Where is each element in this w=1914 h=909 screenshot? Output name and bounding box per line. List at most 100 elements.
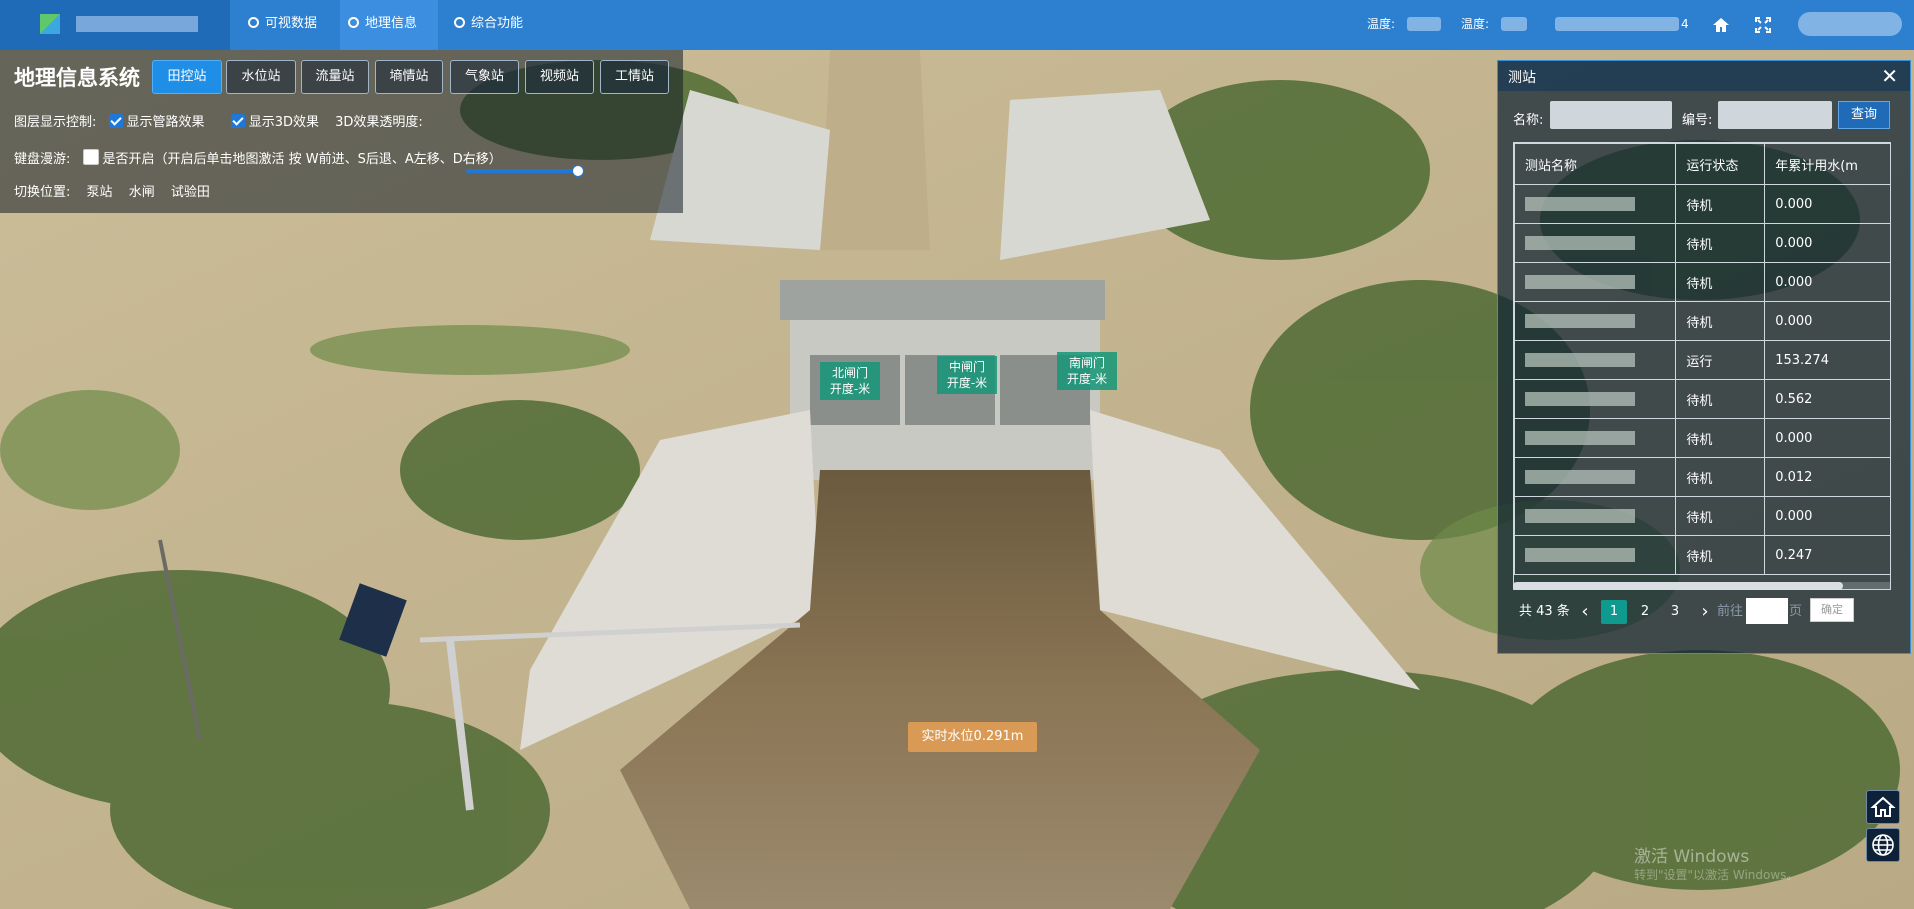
panel-header: 测站 ✕ — [1498, 61, 1910, 91]
keyboard-roam-toggle[interactable]: 是否开启（开启后单击地图激活 按 W前进、S后退、A左移、D右移） — [82, 149, 502, 167]
table-row[interactable]: 待机 0.000 — [1514, 418, 1890, 458]
page-button-2[interactable]: 2 — [1632, 600, 1658, 624]
station-status-cell: 运行 — [1675, 340, 1766, 380]
table-row[interactable]: 待机 0.247 — [1514, 535, 1890, 575]
tab-flow-station[interactable]: 流量站 — [301, 60, 369, 94]
table-row[interactable]: 待机 0.000 — [1514, 223, 1890, 263]
tab-water-level-station[interactable]: 水位站 — [226, 60, 296, 94]
station-name-cell — [1514, 262, 1677, 302]
station-name-cell — [1514, 340, 1677, 380]
top-navigation-bar: 可视数据 地理信息 综合功能 温度: 温度: 4 — [0, 0, 1914, 50]
pipe-effect-checkbox[interactable] — [108, 114, 123, 128]
table-row[interactable]: 待机 0.000 — [1514, 496, 1890, 536]
code-search-input[interactable] — [1718, 101, 1832, 129]
station-status-cell: 待机 — [1675, 418, 1766, 458]
pagination: 共 43 条 ‹ 1 2 3 › 前往 页 确定 — [1519, 596, 1899, 626]
layer-control-panel: 地理信息系统 田控站 水位站 流量站 墒情站 气象站 视频站 工情站 图层显示控… — [0, 50, 683, 213]
temperature-label: 温度: — [1367, 17, 1396, 31]
column-header-annual-water[interactable]: 年累计用水(m — [1764, 143, 1890, 185]
keyboard-roam-row: 键盘漫游: 是否开启（开启后单击地图激活 按 W前进、S后退、A左移、D右移） — [14, 148, 502, 167]
temperature-value-redacted-2 — [1501, 17, 1527, 31]
slider-handle[interactable] — [572, 165, 584, 177]
station-status-cell: 待机 — [1675, 496, 1766, 536]
keyboard-roam-checkbox[interactable] — [82, 149, 99, 165]
switch-test-field[interactable]: 试验田 — [171, 185, 210, 200]
nav-tab-geo-info[interactable]: 地理信息 — [340, 0, 438, 50]
station-name-cell — [1514, 496, 1677, 536]
page-button-1[interactable]: 1 — [1601, 600, 1627, 624]
station-status-cell: 待机 — [1675, 184, 1766, 224]
page-suffix-label: 页 — [1789, 604, 1803, 619]
home-icon[interactable] — [1711, 15, 1731, 35]
home-icon — [1870, 796, 1896, 817]
name-label: 名称: — [1513, 113, 1544, 128]
switch-sluice-gate[interactable]: 水闸 — [129, 185, 155, 200]
3d-opacity-slider[interactable] — [466, 165, 584, 177]
station-name-redacted — [1525, 548, 1635, 562]
confirm-page-button[interactable]: 确定 — [1810, 598, 1854, 622]
goto-page-input[interactable] — [1746, 598, 1788, 624]
user-avatar-redacted[interactable] — [1798, 12, 1902, 36]
panel-title: 测站 — [1508, 70, 1536, 86]
name-search-input[interactable] — [1550, 101, 1672, 129]
layer-control-row: 图层显示控制: 显示管路效果 显示3D效果 3D效果透明度: — [14, 111, 423, 130]
gate-label-north[interactable]: 北闸门 开度-米 — [820, 362, 880, 400]
3d-effect-label: 显示3D效果 — [248, 115, 319, 130]
nav-tab-integrated[interactable]: 综合功能 — [446, 0, 554, 50]
station-name-cell — [1514, 457, 1677, 497]
nav-tab-visual-data[interactable]: 可视数据 — [238, 0, 338, 50]
station-name-redacted — [1525, 197, 1635, 211]
table-row[interactable]: 待机 0.000 — [1514, 184, 1890, 224]
station-name-redacted — [1525, 431, 1635, 445]
annual-water-cell: 0.000 — [1764, 301, 1890, 341]
table-row[interactable]: 待机 0.000 — [1514, 262, 1890, 302]
fullscreen-icon[interactable] — [1753, 15, 1773, 35]
home-view-button[interactable] — [1866, 790, 1900, 824]
realtime-water-level-label[interactable]: 实时水位0.291m — [908, 722, 1037, 752]
tab-video-station[interactable]: 视频站 — [525, 60, 594, 94]
gate-label-middle[interactable]: 中闸门 开度-米 — [937, 356, 997, 394]
table-row[interactable]: 待机 0.012 — [1514, 457, 1890, 497]
station-status-cell: 待机 — [1675, 379, 1766, 419]
station-table-container[interactable]: 测站名称 运行状态 年累计用水(m 待机 0.000 待机 0.000 待机 0.000 待… — [1513, 142, 1891, 590]
tab-weather-station[interactable]: 气象站 — [450, 60, 519, 94]
temperature-value-redacted — [1407, 17, 1441, 31]
tab-work-condition-station[interactable]: 工情站 — [600, 60, 669, 94]
page-button-3[interactable]: 3 — [1662, 600, 1688, 624]
3d-effect-checkbox[interactable] — [230, 114, 245, 128]
prev-page-icon[interactable]: ‹ — [1577, 600, 1593, 624]
station-name-cell — [1514, 379, 1677, 419]
station-status-cell: 待机 — [1675, 223, 1766, 263]
switch-location-label: 切换位置: — [14, 185, 71, 200]
annual-water-cell: 0.000 — [1764, 184, 1890, 224]
station-name-redacted — [1525, 470, 1635, 484]
globe-view-button[interactable] — [1866, 828, 1900, 862]
column-header-status[interactable]: 运行状态 — [1675, 143, 1766, 185]
3d-effect-toggle[interactable]: 显示3D效果 — [230, 114, 323, 130]
table-horizontal-scrollbar[interactable] — [1513, 582, 1891, 590]
gate-label-south[interactable]: 南闸门 开度-米 — [1057, 352, 1117, 390]
table-row[interactable]: 待机 0.000 — [1514, 301, 1890, 341]
tab-soil-moisture-station[interactable]: 墒情站 — [375, 60, 443, 94]
annual-water-cell: 0.247 — [1764, 535, 1890, 575]
station-name-cell — [1514, 535, 1677, 575]
gate-name: 南闸门 — [1068, 356, 1105, 370]
station-name-cell — [1514, 184, 1677, 224]
nav-radio-icon — [348, 17, 359, 28]
pipe-effect-toggle[interactable]: 显示管路效果 — [108, 114, 209, 130]
column-header-station-name[interactable]: 测站名称 — [1514, 143, 1677, 185]
keyboard-roam-label: 键盘漫游: — [14, 152, 71, 167]
tab-field-control-station[interactable]: 田控站 — [152, 60, 222, 94]
table-row[interactable]: 待机 0.562 — [1514, 379, 1890, 419]
app-logo-area — [0, 0, 230, 50]
next-page-icon[interactable]: › — [1697, 600, 1713, 624]
station-name-cell — [1514, 301, 1677, 341]
table-row[interactable]: 运行 153.274 — [1514, 340, 1890, 380]
switch-pump-station[interactable]: 泵站 — [87, 185, 113, 200]
layer-control-label: 图层显示控制: — [14, 115, 97, 130]
scrollbar-thumb[interactable] — [1513, 582, 1843, 590]
annual-water-cell: 0.562 — [1764, 379, 1890, 419]
close-icon[interactable]: ✕ — [1881, 64, 1898, 88]
station-name-cell — [1514, 418, 1677, 458]
query-button[interactable]: 查询 — [1838, 101, 1890, 129]
